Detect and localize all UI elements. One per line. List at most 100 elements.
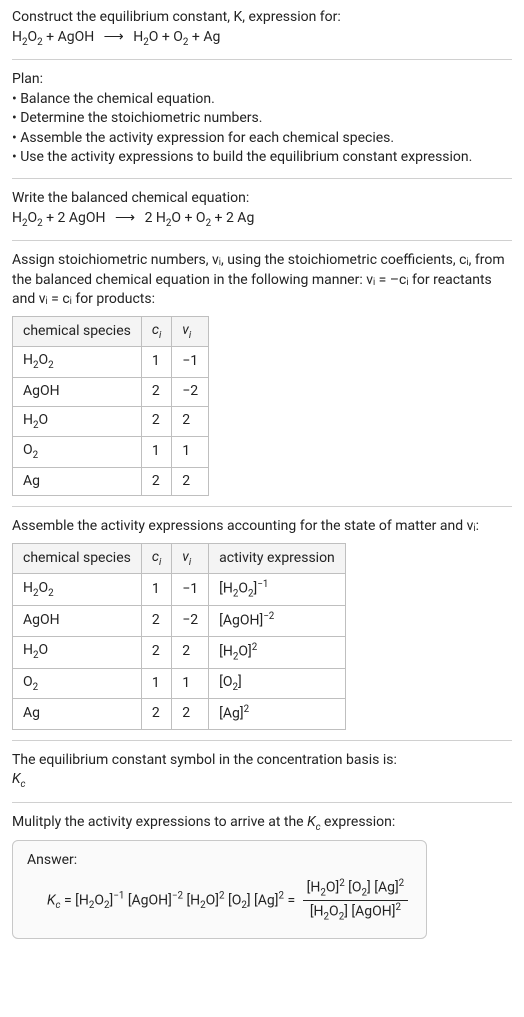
- cell-species: AgOH: [13, 606, 142, 636]
- plus-agoh: + AgOH: [46, 29, 94, 45]
- cell-species: O2: [13, 437, 142, 468]
- arrow-icon: ⟶: [109, 210, 141, 226]
- th-activity: activity expression: [209, 543, 346, 574]
- cell-species: AgOH: [13, 377, 142, 406]
- cell-species: Ag: [13, 699, 142, 729]
- plan-title: Plan:: [12, 70, 512, 90]
- cell-vi: −1: [172, 574, 209, 606]
- cell-species: H2O: [13, 406, 142, 437]
- cell-ci: 2: [141, 467, 171, 496]
- table-row: H2O 2 2 [H2O]2: [13, 636, 346, 668]
- balanced-block: Write the balanced chemical equation: H2…: [12, 189, 512, 230]
- assign-block: Assign stoichiometric numbers, νᵢ, using…: [12, 251, 512, 496]
- th-ci: ci: [141, 543, 171, 574]
- fraction-numerator: [H2O]2 [O2] [Ag]2: [303, 877, 409, 901]
- table-row: Ag 2 2: [13, 467, 209, 496]
- th-species: chemical species: [13, 316, 142, 347]
- table-row: H2O2 1 −1: [13, 347, 209, 378]
- separator: [12, 740, 512, 741]
- bal-h2o2: H2O2: [12, 210, 43, 226]
- bal-products: 2 H2O + O2 + 2 Ag: [145, 210, 255, 226]
- cell-activity: [AgOH]−2: [209, 606, 346, 636]
- cell-ci: 1: [141, 347, 171, 378]
- cell-vi: 2: [172, 406, 209, 437]
- cell-vi: 2: [172, 636, 209, 668]
- separator: [12, 240, 512, 241]
- balanced-equation: H2O2 + 2 AgOH ⟶ 2 H2O + O2 + 2 Ag: [12, 209, 512, 231]
- cell-vi: 1: [172, 437, 209, 468]
- cell-activity: [H2O]2: [209, 636, 346, 668]
- fraction-denominator: [H2O2] [AgOH]2: [303, 901, 409, 924]
- plan-b3: • Assemble the activity expression for e…: [12, 129, 512, 149]
- cell-ci: 2: [141, 406, 171, 437]
- cell-ci: 1: [141, 574, 171, 606]
- separator: [12, 506, 512, 507]
- kc-symbol: Kc: [12, 770, 512, 792]
- multiply-title: Mulitply the activity expressions to arr…: [12, 813, 512, 835]
- kc-sub: c: [21, 779, 26, 790]
- stoich-table: chemical species ci νi H2O2 1 −1 AgOH 2 …: [12, 316, 209, 496]
- plan-b2: • Determine the stoichiometric numbers.: [12, 109, 512, 129]
- table-row: O2 1 1: [13, 437, 209, 468]
- table-header-row: chemical species ci νi activity expressi…: [13, 543, 346, 574]
- cell-species: H2O: [13, 636, 142, 668]
- cell-species: H2O2: [13, 574, 142, 606]
- answer-box: Answer: Kc = [H2O2]−1 [AgOH]−2 [H2O]2 [O…: [12, 840, 427, 939]
- table-row: H2O 2 2: [13, 406, 209, 437]
- separator: [12, 802, 512, 803]
- th-ci: ci: [141, 316, 171, 347]
- cell-species: Ag: [13, 467, 142, 496]
- answer-label: Answer:: [27, 851, 412, 871]
- kc-line: The equilibrium constant symbol in the c…: [12, 751, 512, 771]
- table-row: AgOH 2 −2: [13, 377, 209, 406]
- cell-species: H2O2: [13, 347, 142, 378]
- cell-ci: 2: [141, 636, 171, 668]
- cell-vi: 2: [172, 467, 209, 496]
- cell-vi: −2: [172, 606, 209, 636]
- table-row: H2O2 1 −1 [H2O2]−1: [13, 574, 346, 606]
- cell-ci: 2: [141, 377, 171, 406]
- assign-text: Assign stoichiometric numbers, νᵢ, using…: [12, 251, 512, 310]
- cell-activity: [Ag]2: [209, 699, 346, 729]
- plan-b4: • Use the activity expressions to build …: [12, 148, 512, 168]
- th-vi: νi: [172, 316, 209, 347]
- kc-symbol-block: The equilibrium constant symbol in the c…: [12, 751, 512, 792]
- cell-vi: −1: [172, 347, 209, 378]
- arrow-icon: ⟶: [98, 29, 130, 45]
- intro-block: Construct the equilibrium constant, K, e…: [12, 8, 512, 49]
- multiply-block: Mulitply the activity expressions to arr…: [12, 813, 512, 835]
- th-species: chemical species: [13, 543, 142, 574]
- cell-species: O2: [13, 668, 142, 699]
- balanced-title: Write the balanced chemical equation:: [12, 189, 512, 209]
- table-row: O2 1 1 [O2]: [13, 668, 346, 699]
- intro-text: Construct the equilibrium constant, K, e…: [12, 9, 341, 25]
- kc-K: K: [12, 771, 21, 787]
- plus-ag: + Ag: [192, 29, 220, 45]
- activity-table: chemical species ci νi activity expressi…: [12, 543, 346, 730]
- cell-activity: [H2O2]−1: [209, 574, 346, 606]
- cell-vi: −2: [172, 377, 209, 406]
- cell-activity: [O2]: [209, 668, 346, 699]
- th-vi: νi: [172, 543, 209, 574]
- bal-mid: + 2 AgOH: [43, 210, 106, 226]
- table-row: Ag 2 2 [Ag]2: [13, 699, 346, 729]
- kc-expression: Kc = [H2O2]−1 [AgOH]−2 [H2O]2 [O2] [Ag]2…: [27, 877, 412, 924]
- assemble-title: Assemble the activity expressions accoun…: [12, 517, 512, 537]
- plan-block: Plan: • Balance the chemical equation. •…: [12, 70, 512, 168]
- reactant-h2o2: H2O2: [12, 29, 43, 45]
- cell-ci: 1: [141, 668, 171, 699]
- cell-vi: 2: [172, 699, 209, 729]
- table-row: AgOH 2 −2 [AgOH]−2: [13, 606, 346, 636]
- cell-ci: 2: [141, 699, 171, 729]
- cell-ci: 1: [141, 437, 171, 468]
- unbalanced-equation: H2O2 + AgOH ⟶ H2O + O2 + Ag: [12, 28, 512, 50]
- separator: [12, 178, 512, 179]
- product-h2o: H2O + O2: [133, 29, 188, 45]
- fraction: [H2O]2 [O2] [Ag]2 [H2O2] [AgOH]2: [303, 877, 409, 924]
- separator: [12, 59, 512, 60]
- assemble-block: Assemble the activity expressions accoun…: [12, 517, 512, 729]
- table-header-row: chemical species ci νi: [13, 316, 209, 347]
- cell-vi: 1: [172, 668, 209, 699]
- intro-line1: Construct the equilibrium constant, K, e…: [12, 8, 512, 28]
- cell-ci: 2: [141, 606, 171, 636]
